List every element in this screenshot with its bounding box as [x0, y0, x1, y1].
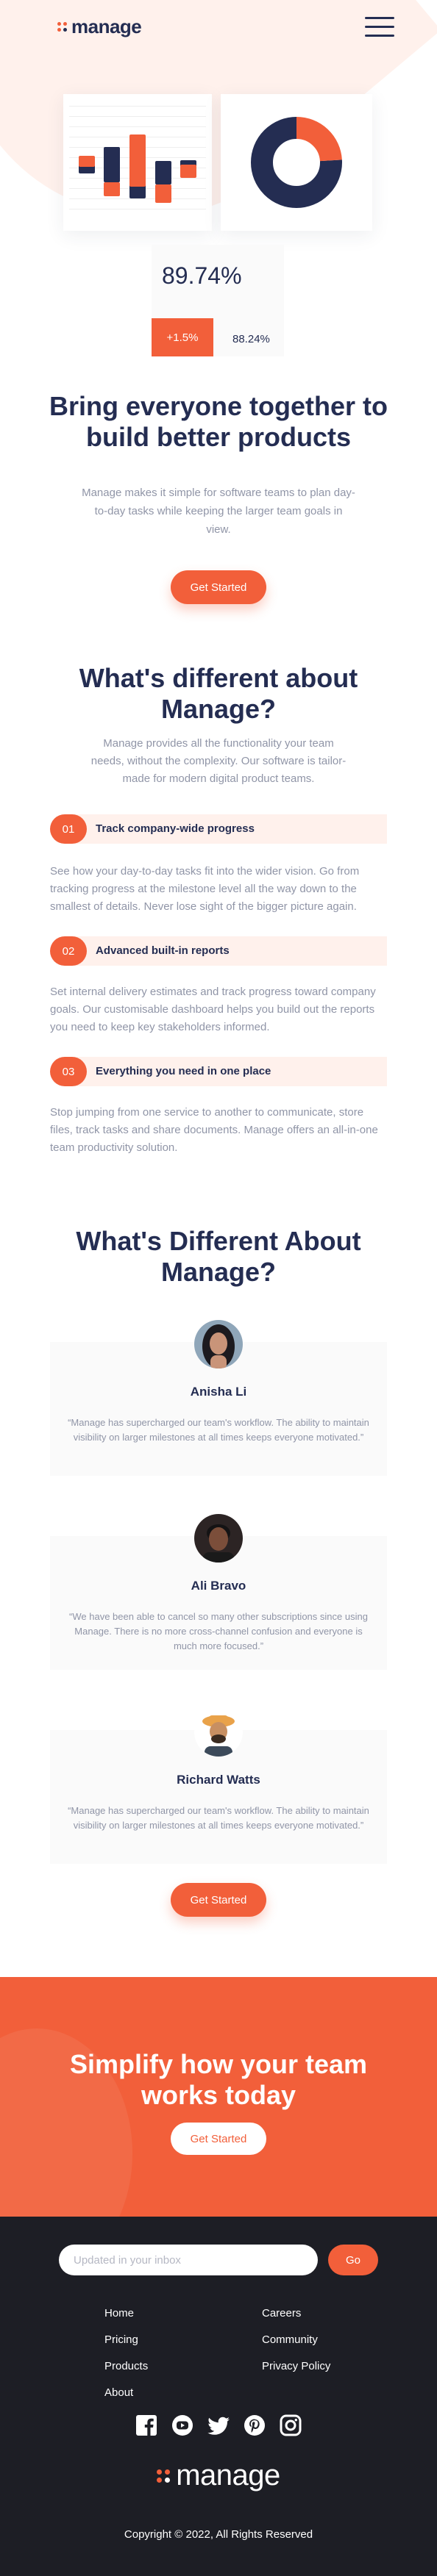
different-section-description: Manage provides all the functionality yo… [90, 737, 347, 785]
feature-text: Stop jumping from one service to another… [50, 1106, 378, 1154]
testimonial-name: Anisha Li [190, 1385, 247, 1399]
testimonial-name: Ali Bravo [191, 1579, 246, 1593]
stat-value: 89.74% [162, 262, 242, 289]
illustration-bar [129, 134, 146, 187]
feature-heading: 01 Track company-wide progress [50, 814, 387, 844]
twitter-icon[interactable] [207, 2414, 230, 2437]
header: manage [0, 0, 437, 53]
feature-heading: 02 Advanced built-in reports [50, 936, 387, 966]
bar-chart-area [69, 106, 206, 216]
footer: Go Home Pricing Products About Careers C… [0, 2217, 437, 2576]
cta-get-started-button[interactable]: Get Started [171, 2123, 266, 2155]
donut-chart-card [221, 94, 372, 231]
feature-text: Set internal delivery estimates and trac… [50, 986, 376, 1033]
newsletter-go-button[interactable]: Go [328, 2245, 378, 2275]
feature-number: 02 [50, 936, 87, 966]
facebook-icon[interactable] [135, 2414, 158, 2437]
testimonials-title: What's Different About Manage? [76, 1226, 361, 1287]
newsletter-email-input[interactable] [59, 2245, 318, 2275]
avatar [194, 1708, 243, 1757]
footer-link-privacy-policy[interactable]: Privacy Policy [262, 2359, 330, 2373]
different-section-title: What's different about Manage? [79, 663, 358, 724]
illustration-bar [104, 182, 121, 196]
footer-link-careers[interactable]: Careers [262, 2306, 330, 2320]
page: manage 89.74% +1.5% 88.24% Bring everyon… [0, 0, 437, 2576]
stats-card: 89.74% +1.5% 88.24% [152, 245, 284, 356]
feature-heading: 03 Everything you need in one place [50, 1057, 387, 1086]
feature-number: 03 [50, 1057, 87, 1086]
testimonial-quote: “Manage has supercharged our team's work… [68, 1417, 369, 1443]
feature-title: Track company-wide progress [96, 822, 255, 835]
feature-number: 01 [50, 814, 87, 844]
copyright: Copyright © 2022, All Rights Reserved [124, 2528, 313, 2541]
testimonial-card: Richard Watts “Manage has supercharged o… [50, 1708, 387, 1864]
logo-mark-icon [157, 2469, 171, 2483]
illustration-bar [104, 146, 121, 182]
testimonial-quote: “We have been able to cancel so many oth… [69, 1611, 368, 1651]
illustration-bar [180, 164, 197, 178]
testimonial-name: Richard Watts [177, 1773, 260, 1787]
hero-get-started-button[interactable]: Get Started [171, 570, 266, 604]
footer-link-pricing[interactable]: Pricing [104, 2333, 148, 2347]
testimonial-card: Ali Bravo “We have been able to cancel s… [50, 1514, 387, 1670]
pinterest-icon[interactable] [243, 2414, 266, 2437]
instagram-icon[interactable] [279, 2414, 302, 2437]
footer-links-primary: Home Pricing Products About [104, 2306, 148, 2400]
footer-links-secondary: Careers Community Privacy Policy [262, 2306, 330, 2373]
testimonials-get-started-button[interactable]: Get Started [171, 1883, 266, 1917]
cta-banner: Simplify how your team works today Get S… [0, 1977, 437, 2217]
cta-title: Simplify how your team works today [69, 2049, 368, 2110]
avatar [194, 1320, 243, 1368]
hamburger-icon[interactable] [365, 16, 394, 37]
footer-link-products[interactable]: Products [104, 2359, 148, 2373]
feature-text: See how your day-to-day tasks fit into t… [50, 865, 360, 913]
social-links [0, 2414, 437, 2437]
youtube-icon[interactable] [171, 2414, 194, 2437]
avatar-portrait-icon [194, 1320, 243, 1368]
footer-logo[interactable]: manage [0, 2459, 437, 2492]
hero-illustration: 89.74% +1.5% 88.24% [0, 88, 437, 360]
logo[interactable]: manage [57, 15, 142, 38]
feature-title: Advanced built-in reports [96, 944, 230, 957]
testimonial-quote: “Manage has supercharged our team's work… [68, 1805, 369, 1831]
illustration-bar [154, 184, 171, 203]
bar-chart-card [63, 94, 212, 231]
feature-title: Everything you need in one place [96, 1065, 271, 1077]
stat-badge: +1.5% [152, 318, 213, 356]
footer-link-home[interactable]: Home [104, 2306, 148, 2320]
logo-text: manage [71, 15, 142, 37]
logo-mark-icon [57, 21, 67, 32]
footer-link-community[interactable]: Community [262, 2333, 330, 2347]
footer-link-about[interactable]: About [104, 2386, 148, 2400]
hero-description: Manage makes it simple for software team… [82, 487, 355, 536]
testimonial-card: Anisha Li “Manage has supercharged our t… [50, 1320, 387, 1476]
footer-logo-text: manage [176, 2459, 280, 2491]
illustration-bar [154, 161, 171, 184]
avatar-portrait-icon [194, 1708, 243, 1757]
illustration-bar [78, 155, 95, 167]
stat-secondary-value: 88.24% [232, 333, 270, 345]
donut-chart [251, 117, 342, 208]
hero-title: Bring everyone together to build better … [49, 391, 388, 452]
avatar-portrait-icon [194, 1514, 243, 1563]
avatar [194, 1514, 243, 1563]
